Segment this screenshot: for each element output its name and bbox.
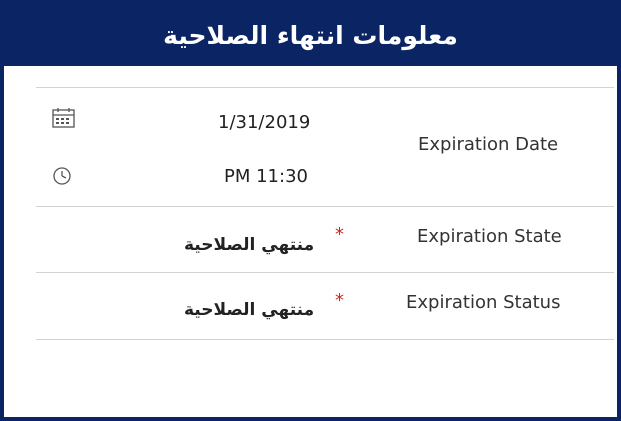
expiration-time-input[interactable]: PM 11:30 (224, 166, 308, 187)
clock-icon[interactable] (51, 165, 77, 187)
divider (36, 272, 614, 273)
divider (36, 206, 614, 207)
divider (36, 339, 614, 340)
expiration-state-value[interactable]: منتهي الصلاحية (184, 235, 314, 255)
divider (36, 87, 614, 88)
expiration-status-label: Expiration Status (406, 292, 561, 313)
expiration-state-label: Expiration State (417, 226, 562, 247)
expiration-date-input[interactable]: 1/31/2019 (218, 112, 310, 133)
expiration-info-panel: معلومات انتهاء الصلاحية 1/31/2019 PM 11:… (0, 0, 621, 421)
required-marker: * (335, 224, 344, 245)
panel-title: معلومات انتهاء الصلاحية (163, 20, 458, 50)
calendar-icon[interactable] (51, 107, 77, 129)
panel-header: معلومات انتهاء الصلاحية (4, 4, 617, 66)
expiration-status-value[interactable]: منتهي الصلاحية (184, 300, 314, 320)
expiration-date-label: Expiration Date (418, 134, 559, 155)
required-marker: * (335, 290, 344, 311)
